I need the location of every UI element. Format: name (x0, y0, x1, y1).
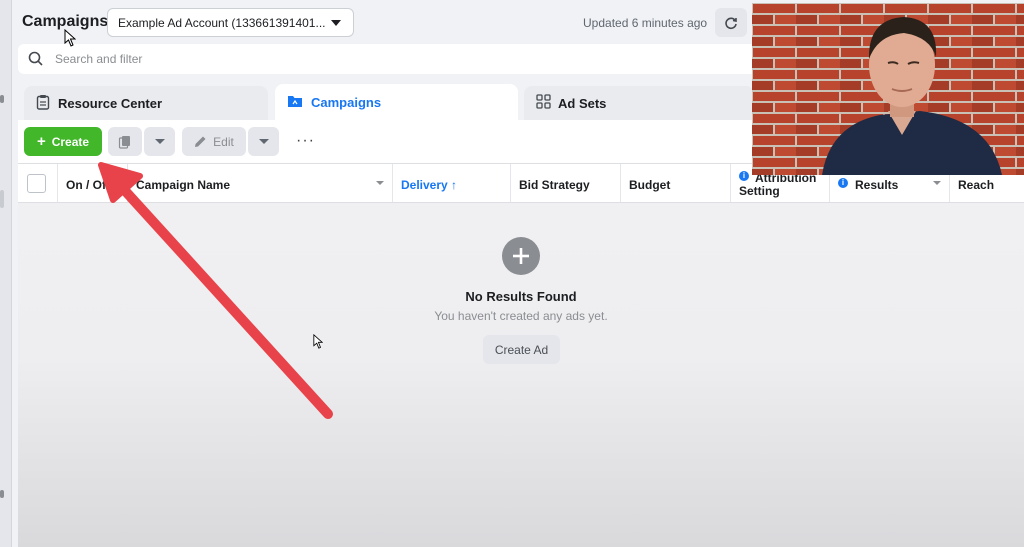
column-label: Budget (629, 178, 671, 192)
updated-status: Updated 6 minutes ago (583, 16, 708, 30)
edit-dropdown-button[interactable] (248, 127, 279, 156)
create-button-label: Create (51, 134, 90, 149)
edit-button[interactable]: Edit (182, 127, 246, 156)
refresh-icon (725, 16, 737, 29)
campaigns-panel: + Create Edit ··· On / Off Campaign Name… (18, 120, 1024, 547)
tab-resource-center[interactable]: Resource Center (24, 86, 268, 120)
info-icon: i (838, 178, 848, 188)
search-icon (28, 51, 43, 66)
tab-label: Ad Sets (558, 96, 607, 111)
column-label: Bid Strategy (519, 178, 590, 192)
chevron-down-icon (376, 181, 384, 185)
empty-state-subtitle: You haven't created any ads yet. (434, 309, 608, 323)
chevron-down-icon (154, 139, 165, 144)
column-label: Results (855, 178, 899, 192)
empty-state: No Results Found You haven't created any… (18, 203, 1024, 547)
mouse-cursor-icon (64, 29, 76, 47)
more-options-button[interactable]: ··· (296, 132, 315, 150)
column-header-on-off[interactable]: On / Off (58, 164, 128, 202)
account-selector-label: Example Ad Account (133661391401... (118, 16, 326, 30)
select-all-checkbox[interactable] (27, 174, 46, 193)
rail-marker (0, 490, 4, 498)
column-header-budget[interactable]: Budget (621, 164, 731, 202)
plus-icon: + (36, 133, 46, 150)
tab-campaigns[interactable]: Campaigns (275, 84, 518, 122)
column-label: Attribution Setting (739, 171, 817, 198)
grid-icon (536, 94, 551, 109)
duplicate-button[interactable] (108, 127, 142, 156)
search-input[interactable]: Search and filter (55, 52, 142, 66)
folder-icon (288, 96, 302, 107)
tab-label: Campaigns (311, 95, 382, 110)
rail-marker (0, 95, 4, 103)
duplicate-icon (118, 135, 130, 149)
tab-label: Resource Center (58, 96, 163, 111)
column-label: Campaign Name (136, 178, 231, 192)
duplicate-dropdown-button[interactable] (144, 127, 175, 156)
plus-circle-icon (502, 237, 540, 275)
left-rail (0, 0, 12, 547)
column-label: Reach (958, 178, 995, 192)
mouse-cursor-icon (313, 334, 323, 349)
webcam-image (752, 3, 1024, 175)
rail-marker (0, 190, 4, 208)
select-all-cell (18, 164, 58, 202)
clipboard-icon (36, 95, 50, 110)
column-header-delivery[interactable]: Delivery ↑ (393, 164, 511, 202)
create-ad-button[interactable]: Create Ad (483, 335, 560, 364)
column-label: Delivery ↑ (401, 178, 458, 192)
create-button[interactable]: + Create (24, 127, 102, 156)
tab-ad-sets[interactable]: Ad Sets (524, 86, 754, 120)
refresh-button[interactable] (715, 8, 747, 37)
pencil-icon (195, 136, 206, 147)
column-header-bid-strategy[interactable]: Bid Strategy (511, 164, 621, 202)
chevron-down-icon (331, 20, 341, 26)
edit-button-label: Edit (213, 134, 234, 149)
account-selector[interactable]: Example Ad Account (133661391401... (107, 8, 354, 37)
chevron-down-icon (933, 181, 941, 185)
column-label: On / Off (66, 178, 110, 192)
chevron-down-icon (258, 139, 269, 144)
column-header-campaign-name[interactable]: Campaign Name (128, 164, 393, 202)
webcam-overlay (752, 3, 1024, 175)
search-bar[interactable]: Search and filter (18, 44, 758, 74)
empty-state-title: No Results Found (465, 289, 577, 304)
